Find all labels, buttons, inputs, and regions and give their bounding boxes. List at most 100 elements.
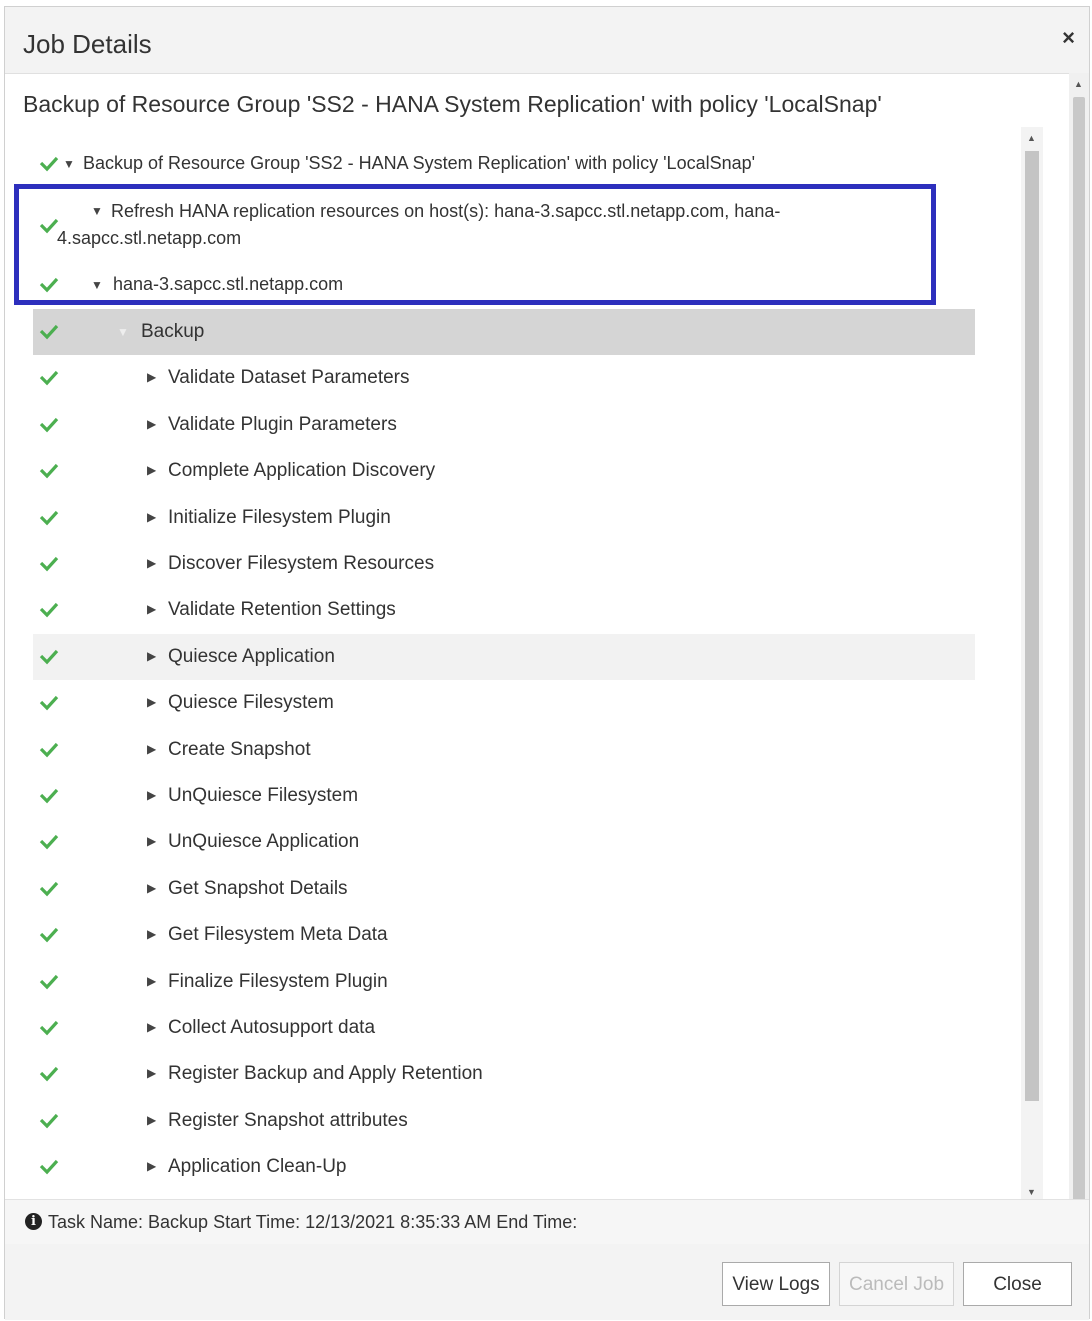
success-check-icon <box>39 556 59 572</box>
collapse-arrow-icon[interactable]: ▶ <box>147 602 156 616</box>
tree-node-step[interactable]: ▶ Finalize Filesystem Plugin <box>33 959 975 1005</box>
tree-node-label: Validate Retention Settings <box>168 599 396 620</box>
tree-node-resource-group[interactable]: ▼ Backup of Resource Group 'SS2 - HANA S… <box>33 141 975 187</box>
tree-node-step[interactable]: ▶ UnQuiesce Filesystem <box>33 773 975 819</box>
tree-node-label: Register Snapshot attributes <box>168 1110 408 1131</box>
tree-node-label: Validate Dataset Parameters <box>168 367 410 388</box>
job-subheading: Backup of Resource Group 'SS2 - HANA Sys… <box>23 91 882 117</box>
view-logs-button[interactable]: View Logs <box>722 1262 830 1306</box>
success-check-icon <box>39 510 59 526</box>
success-check-icon <box>39 370 59 386</box>
tree-node-step[interactable]: ▶ Discover Filesystem Resources <box>33 541 975 587</box>
tree-scrollbar[interactable]: ▲ ▼ <box>1021 127 1043 1199</box>
tree-node-step[interactable]: ▶ Validate Dataset Parameters <box>33 355 975 401</box>
success-check-icon <box>39 277 59 293</box>
tree-node-step[interactable]: ▶ Quiesce Filesystem <box>33 680 975 726</box>
tree-node-refresh-hana[interactable]: ▼ Refresh HANA replication resources on … <box>33 187 975 253</box>
collapse-arrow-icon[interactable]: ▶ <box>147 1159 156 1173</box>
collapse-arrow-icon[interactable]: ▶ <box>147 370 156 384</box>
collapse-arrow-icon[interactable]: ▶ <box>147 1066 156 1080</box>
tree-node-step[interactable]: ▶ UnQuiesce Application <box>33 819 975 865</box>
success-check-icon <box>39 742 59 758</box>
tree-node-label: Create Snapshot <box>168 739 311 760</box>
collapse-arrow-icon[interactable]: ▶ <box>147 556 156 570</box>
tree-node-step[interactable]: ▶ Quiesce Application <box>33 634 975 680</box>
collapse-arrow-icon[interactable]: ▶ <box>147 695 156 709</box>
tree-node-label: Backup <box>141 321 205 342</box>
success-check-icon <box>39 834 59 850</box>
collapse-arrow-icon[interactable]: ▶ <box>147 649 156 663</box>
scroll-up-icon[interactable]: ▲ <box>1074 79 1083 89</box>
tree-node-step[interactable]: ▶ Register Backup and Apply Retention <box>33 1051 975 1097</box>
close-icon[interactable]: × <box>1062 25 1075 51</box>
cancel-job-button[interactable]: Cancel Job <box>839 1262 954 1306</box>
tree-node-step[interactable]: ▶ Collect Autosupport data <box>33 1005 975 1051</box>
tree-node-label: Get Snapshot Details <box>168 878 348 899</box>
collapse-arrow-icon[interactable]: ▶ <box>147 834 156 848</box>
success-check-icon <box>39 788 59 804</box>
tree-node-step[interactable]: ▶ Application Clean-Up <box>33 1144 975 1190</box>
info-icon: i <box>25 1213 42 1230</box>
task-status-text: Task Name: Backup Start Time: 12/13/2021… <box>48 1212 578 1232</box>
tree-scrollbar-thumb[interactable] <box>1025 151 1039 1101</box>
dialog-footer: View Logs Cancel Job Close <box>5 1244 1089 1320</box>
collapse-arrow-icon[interactable]: ▶ <box>147 463 156 477</box>
collapse-arrow-icon[interactable]: ▶ <box>147 927 156 941</box>
tree-node-backup[interactable]: ▼ Backup <box>33 309 975 355</box>
tree-node-step[interactable]: ▶ Initialize Filesystem Plugin <box>33 495 975 541</box>
collapse-arrow-icon[interactable]: ▶ <box>147 417 156 431</box>
tree-node-label: Validate Plugin Parameters <box>168 414 397 435</box>
success-check-icon <box>39 1020 59 1036</box>
tree-node-label: UnQuiesce Application <box>168 831 360 852</box>
collapse-arrow-icon[interactable]: ▶ <box>147 974 156 988</box>
success-check-icon <box>39 695 59 711</box>
tree-node-step[interactable]: ▶ Complete Application Discovery <box>33 448 975 494</box>
success-check-icon <box>39 927 59 943</box>
job-step-tree: ▼ Backup of Resource Group 'SS2 - HANA S… <box>31 127 1021 1195</box>
tree-node-step[interactable]: ▶ Get Snapshot Details <box>33 866 975 912</box>
dialog-scrollbar[interactable]: ▲ ▼ <box>1069 73 1089 1243</box>
collapse-arrow-icon[interactable]: ▶ <box>147 881 156 895</box>
dialog-scrollbar-thumb[interactable] <box>1073 97 1085 1217</box>
expand-arrow-icon[interactable]: ▼ <box>91 204 103 218</box>
collapse-arrow-icon[interactable]: ▶ <box>147 788 156 802</box>
collapse-arrow-icon[interactable]: ▶ <box>147 1020 156 1034</box>
tree-node-label: Backup of Resource Group 'SS2 - HANA Sys… <box>83 153 756 173</box>
expand-arrow-icon[interactable]: ▼ <box>117 325 129 339</box>
success-check-icon <box>39 881 59 897</box>
scroll-up-icon[interactable]: ▲ <box>1027 133 1036 143</box>
tree-node-label-line2: 4.sapcc.stl.netapp.com <box>57 228 242 248</box>
tree-node-label: Finalize Filesystem Plugin <box>168 971 388 992</box>
success-check-icon <box>39 649 59 665</box>
dialog-titlebar: Job Details × <box>5 7 1089 74</box>
tree-node-step[interactable]: ▶ Validate Plugin Parameters <box>33 402 975 448</box>
success-check-icon <box>39 1159 59 1175</box>
scroll-down-icon[interactable]: ▼ <box>1027 1187 1036 1197</box>
tree-node-label: Collect Autosupport data <box>168 1017 376 1038</box>
tree-node-step[interactable]: ▶ Validate Retention Settings <box>33 587 975 633</box>
expand-arrow-icon[interactable]: ▼ <box>91 278 103 292</box>
collapse-arrow-icon[interactable]: ▶ <box>147 742 156 756</box>
tree-node-step[interactable]: ▶ Register Snapshot attributes <box>33 1098 975 1144</box>
tree-node-step[interactable]: ▶ Create Snapshot <box>33 727 975 773</box>
collapse-arrow-icon[interactable]: ▶ <box>147 1113 156 1127</box>
collapse-arrow-icon[interactable]: ▶ <box>147 510 156 524</box>
success-check-icon <box>39 218 59 234</box>
tree-node-label: Quiesce Application <box>168 646 335 667</box>
success-check-icon <box>39 417 59 433</box>
tree-node-label: hana-3.sapcc.stl.netapp.com <box>113 274 344 294</box>
expand-arrow-icon[interactable]: ▼ <box>63 157 75 171</box>
success-check-icon <box>39 156 59 172</box>
success-check-icon <box>39 324 59 340</box>
dialog-title: Job Details <box>23 29 152 59</box>
success-check-icon <box>39 974 59 990</box>
close-button[interactable]: Close <box>963 1262 1072 1306</box>
success-check-icon <box>39 1066 59 1082</box>
tree-node-label: Complete Application Discovery <box>168 460 436 481</box>
status-bar: i Task Name: Backup Start Time: 12/13/20… <box>5 1199 1089 1245</box>
tree-node-label: Discover Filesystem Resources <box>168 553 435 574</box>
tree-node-host[interactable]: ▼ hana-3.sapcc.stl.netapp.com <box>33 262 975 308</box>
tree-node-label: UnQuiesce Filesystem <box>168 785 359 806</box>
tree-node-label: Application Clean-Up <box>168 1156 347 1177</box>
tree-node-step[interactable]: ▶ Get Filesystem Meta Data <box>33 912 975 958</box>
